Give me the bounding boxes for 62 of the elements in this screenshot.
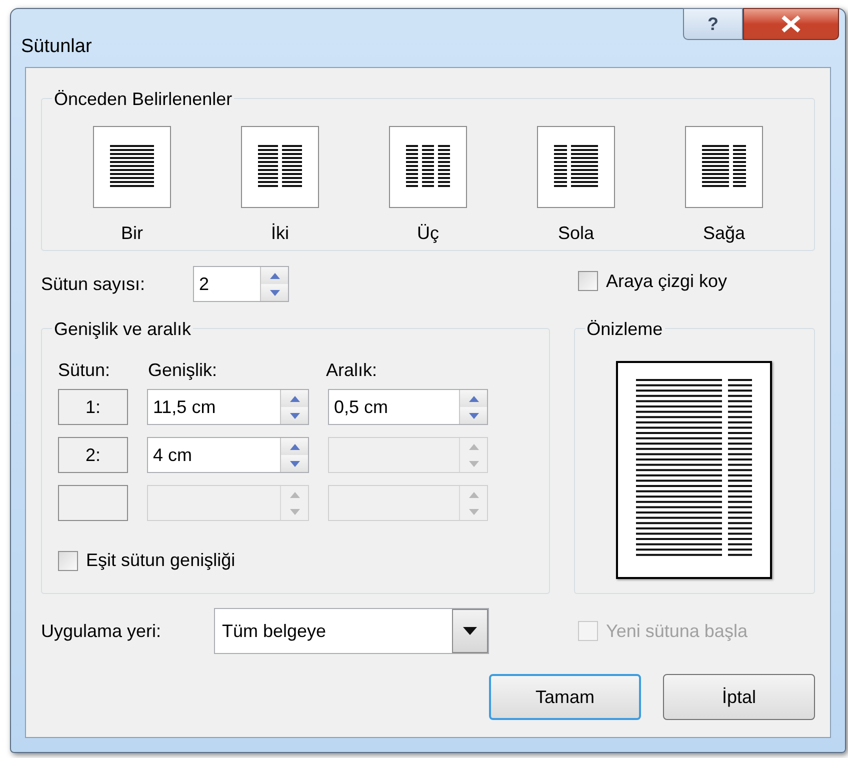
column-number-button[interactable]: 1: xyxy=(58,389,128,425)
preset-label: Sağa xyxy=(702,222,746,245)
dialog-button[interactable]: İptal xyxy=(663,674,815,720)
preset-label: Bir xyxy=(121,222,143,245)
spin-up-button[interactable] xyxy=(281,390,308,407)
spin-up-button[interactable] xyxy=(460,390,487,407)
close-icon xyxy=(780,15,802,33)
preset-label: Sola xyxy=(558,222,594,245)
field-label: Sütun sayısı: xyxy=(41,272,146,296)
preset-button[interactable] xyxy=(389,126,467,208)
preset-button[interactable] xyxy=(685,126,763,208)
column-number-button[interactable]: 2: xyxy=(58,437,128,473)
column-header: Aralık: xyxy=(326,359,378,382)
down-arrow-icon xyxy=(468,460,480,468)
down-arrow-icon xyxy=(268,288,280,296)
field-label: Uygulama yeri: xyxy=(41,620,162,643)
dropdown[interactable]: Tüm belgeye xyxy=(214,608,489,654)
window-title: Sütunlar xyxy=(21,35,92,59)
close-button[interactable] xyxy=(743,8,839,40)
spin-field[interactable]: 2 xyxy=(193,266,289,302)
checkbox[interactable] xyxy=(58,550,78,570)
preset-label: Üç xyxy=(417,222,439,245)
checkbox[interactable] xyxy=(578,271,598,291)
spin-field[interactable]: 0,5 cm xyxy=(328,389,488,425)
down-arrow-icon xyxy=(288,508,300,516)
up-arrow-icon xyxy=(288,490,300,498)
columns-layout-icon xyxy=(258,145,302,189)
spin-down-button[interactable] xyxy=(460,407,487,424)
columns-layout-icon xyxy=(406,145,450,189)
up-arrow-icon xyxy=(288,394,300,402)
preset-button[interactable] xyxy=(93,126,171,208)
column-header: Genişlik: xyxy=(148,359,218,382)
spin-down-button[interactable] xyxy=(261,284,288,301)
columns-layout-icon xyxy=(110,145,154,189)
spin-down-button[interactable] xyxy=(281,407,308,424)
checkbox-label: Eşit sütun genişliği xyxy=(86,549,236,572)
dialog-button[interactable]: Tamam xyxy=(489,674,641,720)
column-number-button[interactable] xyxy=(58,485,128,521)
up-arrow-icon xyxy=(468,442,480,450)
spin-up-button[interactable] xyxy=(281,438,308,455)
up-arrow-icon xyxy=(468,394,480,402)
preset-label: İki xyxy=(271,222,289,245)
down-arrow-icon xyxy=(468,508,480,516)
spin-field[interactable]: 4 cm xyxy=(147,437,309,473)
spin-field[interactable]: 11,5 cm xyxy=(147,389,309,425)
down-arrow-icon xyxy=(288,412,300,420)
dropdown-arrow-icon xyxy=(463,627,477,635)
columns-layout-icon xyxy=(554,145,598,189)
preset-button[interactable] xyxy=(537,126,615,208)
up-arrow-icon xyxy=(288,442,300,450)
checkbox-label: Araya çizgi koy xyxy=(606,270,728,293)
down-arrow-icon xyxy=(288,460,300,468)
help-button[interactable]: ? xyxy=(683,8,743,40)
down-arrow-icon xyxy=(468,412,480,420)
spin-down-button[interactable] xyxy=(281,455,308,472)
columns-layout-icon xyxy=(702,145,746,189)
preset-button[interactable] xyxy=(241,126,319,208)
up-arrow-icon xyxy=(468,490,480,498)
spin-up-button[interactable] xyxy=(261,267,288,284)
column-header: Sütun: xyxy=(58,359,112,382)
up-arrow-icon xyxy=(268,272,280,280)
checkbox-label: Yeni sütuna başla xyxy=(606,620,748,643)
